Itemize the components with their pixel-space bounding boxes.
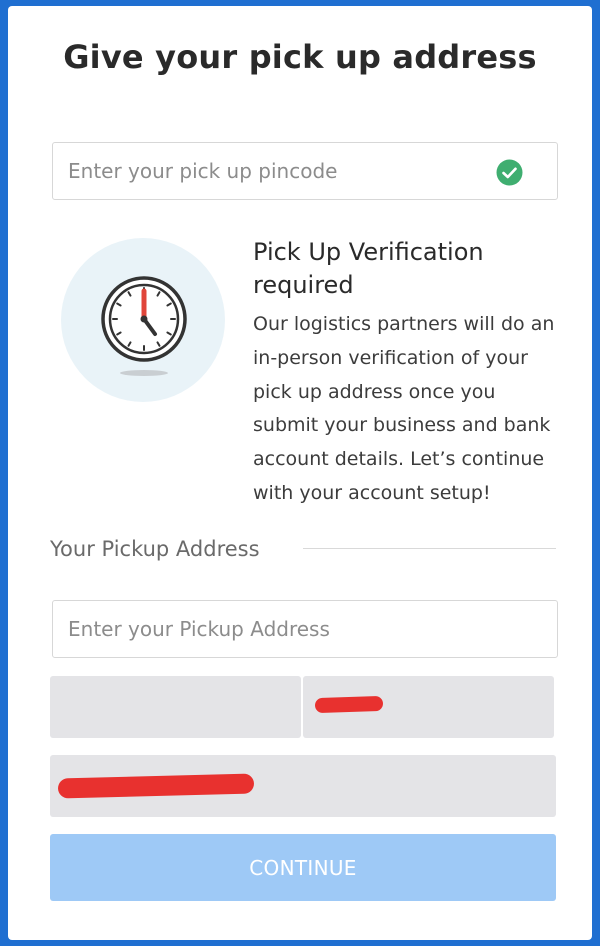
verification-description: Our logistics partners will do an in-per… (253, 313, 555, 504)
continue-button[interactable]: CONTINUE (50, 834, 556, 901)
pickup-address-field[interactable] (52, 600, 558, 658)
section-divider (303, 548, 556, 549)
pincode-field[interactable] (52, 142, 558, 200)
verification-title: Pick Up Verification required (253, 238, 484, 299)
pincode-input[interactable] (53, 143, 557, 199)
page-title: Give your pick up address (63, 38, 537, 76)
clock-icon (101, 276, 187, 376)
redaction-mark (314, 695, 384, 714)
city-field (50, 676, 301, 738)
check-circle-icon (496, 159, 523, 186)
pickup-address-heading: Your Pickup Address (50, 537, 260, 561)
clock-illustration (61, 238, 225, 402)
pickup-address-input[interactable] (53, 601, 557, 657)
